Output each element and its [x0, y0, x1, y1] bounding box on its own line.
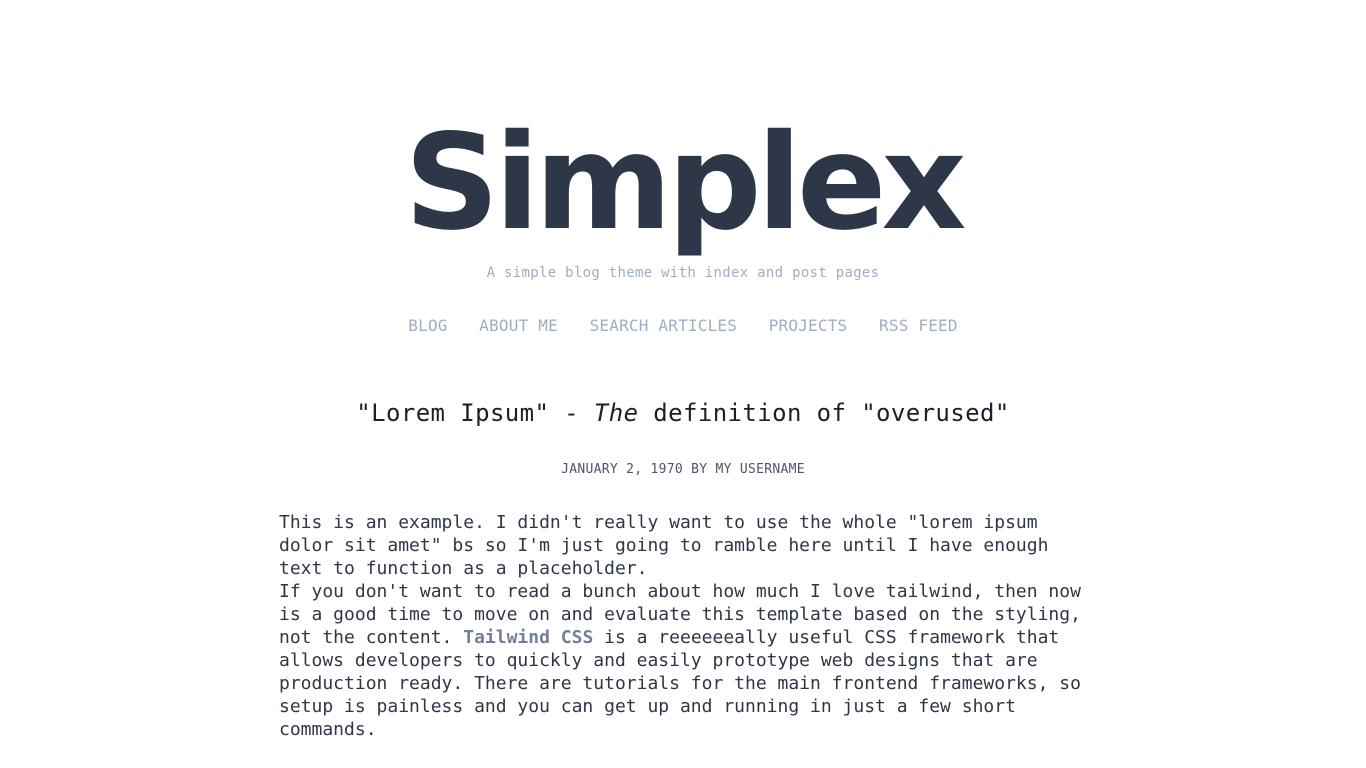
- post-title-emphasis: The: [593, 399, 639, 427]
- post-title: "Lorem Ipsum" - The definition of "overu…: [0, 399, 1366, 427]
- main-nav: BLOG ABOUT ME SEARCH ARTICLES PROJECTS R…: [0, 316, 1366, 335]
- nav-item-search-articles[interactable]: SEARCH ARTICLES: [590, 316, 738, 335]
- post-title-part1: "Lorem Ipsum" -: [356, 399, 594, 427]
- page: Simplex A simple blog theme with index a…: [0, 0, 1366, 768]
- nav-item-blog[interactable]: BLOG: [408, 316, 447, 335]
- nav-item-about-me[interactable]: ABOUT ME: [479, 316, 558, 335]
- paragraph-2: If you don't want to read a bunch about …: [279, 580, 1087, 741]
- nav-item-projects[interactable]: PROJECTS: [769, 316, 848, 335]
- post-meta: JANUARY 2, 1970 BY MY USERNAME: [561, 462, 805, 477]
- site-tagline: A simple blog theme with index and post …: [486, 265, 880, 281]
- site-logo[interactable]: Simplex: [0, 108, 1366, 258]
- post-title-part2: definition of "overused": [638, 399, 1010, 427]
- post-content: This is an example. I didn't really want…: [279, 511, 1087, 741]
- nav-item-rss-feed[interactable]: RSS FEED: [879, 316, 958, 335]
- tailwind-css-link[interactable]: Tailwind CSS: [463, 627, 593, 648]
- paragraph-1: This is an example. I didn't really want…: [279, 512, 1049, 579]
